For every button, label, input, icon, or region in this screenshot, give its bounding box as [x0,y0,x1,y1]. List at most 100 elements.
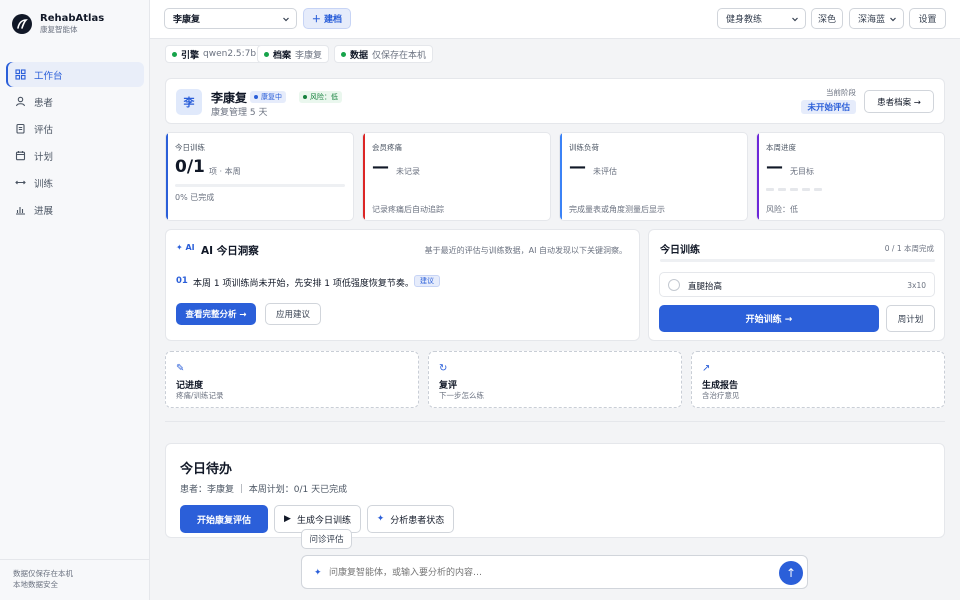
create-record-button[interactable]: ＋ 建档 [303,8,351,29]
sidebar-footer: 数据仅保存在本机 本地数据安全 [0,559,150,600]
send-button[interactable]: ↑ [779,561,803,585]
quick-action-record-progress[interactable]: ✎ 记进度 疼痛/训练记录 [165,351,419,408]
today-training-count: 0 / 1 本周完成 [884,244,934,253]
patient-select-value: 李康复 [173,15,201,25]
role-select-value: 健身教练 [726,15,763,25]
sidebar-item-progress[interactable]: 进展 [6,197,144,222]
stage-label: 当前阶段 [826,88,856,97]
user-icon [14,96,26,108]
stat-label: 会员疼痛 [372,143,402,152]
grid-icon [14,69,26,81]
role-select[interactable]: 健身教练 [717,8,806,29]
quick-action-subtitle: 含治疗意见 [702,391,740,400]
patient-select[interactable]: 李康复 [164,8,297,29]
stat-unit: 未评估 [593,167,617,176]
sparkle-icon: ✦ [376,514,385,524]
chat-input[interactable] [329,561,769,585]
sidebar-item-training[interactable]: 训练 [6,170,144,195]
accent-bar [757,133,759,220]
sidebar-item-assessment[interactable]: 评估 [6,116,144,141]
arrows-icon [14,177,26,189]
todo-card: 今日待办 患者：李康复 ｜ 本周计划：0/1 天已完成 开始康复评估 ▶ 生成今… [165,443,945,538]
sidebar-nav: 工作台 患者 评估 计划 训练 进展 [6,62,144,224]
status-badge-label: 康复中 [261,93,282,101]
brand-name: RehabAtlas [40,13,105,24]
accent-bar [166,133,168,220]
chip-value: 李康复 [295,50,323,61]
apply-suggestion-button[interactable]: 应用建议 [265,303,321,325]
stat-footnote: 完成量表或角度测量后显示 [569,205,665,214]
divider [165,421,945,422]
quick-action-generate-report[interactable]: ↗ 生成报告 含治疗意见 [691,351,945,408]
status-dot-icon [172,51,177,57]
status-dot-icon [341,51,346,57]
profile-chip: 档案 李康复 [257,45,330,63]
analyze-status-button[interactable]: ✦ 分析患者状态 [367,505,454,533]
stat-unit: 项 · 本周 [209,167,241,176]
chevron-down-icon [282,15,290,26]
data-chip: 数据 仅保存在本机 [334,45,434,63]
brand: RehabAtlas 康复智能体 [12,13,104,35]
status-dot-icon [303,95,307,99]
engine-chip: 引擎 qwen2.5:7b [165,45,264,63]
risk-badge-label: 风险：低 [310,93,338,101]
exercise-sets: 3x10 [907,281,926,290]
status-dot-icon [264,51,269,57]
start-training-button[interactable]: 开始训练 → [659,305,879,332]
exercise-row[interactable]: 直腿抬高 3x10 [659,272,935,297]
patient-header-card: 李 李康复 康复管理 5 天 康复中 风险：低 当前阶段 未开始评估 患者档案 … [165,78,945,124]
sidebar-item-label: 计划 [34,151,54,163]
todo-meta: 患者：李康复 ｜ 本周计划：0/1 天已完成 [180,485,348,495]
stat-footnote: 记录疼痛后自动追踪 [372,205,444,214]
accent-bar [560,133,562,220]
quick-action-reassess[interactable]: ↻ 复评 下一步怎么练 [428,351,682,408]
stat-unit: 未记录 [396,167,420,176]
sidebar-item-label: 患者 [34,97,54,109]
brand-subtitle: 康复智能体 [40,25,78,34]
sidebar: RehabAtlas 康复智能体 工作台 患者 评估 计划 训练 进展 数据仅保… [0,0,150,600]
stat-unit: 无目标 [790,167,814,176]
status-dot-icon [254,95,258,99]
today-training-card: 今日训练 0 / 1 本周完成 直腿抬高 3x10 开始训练 → 周计划 [648,229,945,341]
settings-button[interactable]: 设置 [909,8,946,29]
insight-item-text: 本周 1 项训练尚未开始，先安排 1 项低强度恢复节奏。 [193,279,414,289]
week-plan-button[interactable]: 周计划 [886,305,935,332]
chevron-down-icon [791,15,799,26]
footer-line: 本地数据安全 [13,580,58,589]
patient-subtitle: 康复管理 5 天 [211,108,268,118]
chip-key: 引擎 [181,50,200,61]
stat-value: — [569,157,586,177]
risk-badge: 风险：低 [299,91,342,103]
chat-composer: ✦ ↑ [301,555,808,589]
theme-select[interactable]: 深海蓝 [849,8,904,29]
patient-profile-button[interactable]: 患者档案 → [864,90,934,113]
sidebar-item-patients[interactable]: 患者 [6,89,144,114]
stat-footnote: 0% 已完成 [175,193,215,202]
play-icon: ▶ [284,514,291,524]
accent-bar [363,133,365,220]
topbar: 李康复 ＋ 建档 健身教练 深色 深海蓝 设置 [150,0,960,39]
avatar: 李 [176,89,202,115]
stat-card-pain: 会员疼痛 — 未记录 记录疼痛后自动追踪 [362,132,551,221]
insight-item-number: 01 [176,276,188,286]
chip-key: 档案 [273,50,292,61]
stat-value: — [372,157,389,177]
stat-card-weekly-progress: 本周进度 — 无目标 风险：低 [756,132,945,221]
brand-logo-icon [12,14,32,34]
sidebar-item-label: 工作台 [34,70,63,82]
start-assessment-button[interactable]: 开始康复评估 [180,505,268,533]
chip-value: qwen2.5:7b [203,49,257,59]
sidebar-item-workbench[interactable]: 工作台 [6,62,144,87]
todo-title: 今日待办 [180,462,233,477]
arrow-up-right-icon: ↗ [702,363,711,374]
progress-bar [175,184,345,187]
exercise-checkbox[interactable] [668,279,680,291]
stat-card-load: 训练负荷 — 未评估 完成量表或角度测量后显示 [559,132,748,221]
clipboard-icon [14,123,26,135]
dark-mode-button[interactable]: 深色 [811,8,843,29]
consult-assessment-chip[interactable]: 问诊评估 [301,529,352,549]
bar-chart-icon [14,204,26,216]
stage-badge: 未开始评估 [801,100,856,114]
sidebar-item-plan[interactable]: 计划 [6,143,144,168]
view-full-analysis-button[interactable]: 查看完整分析 → [176,303,256,325]
